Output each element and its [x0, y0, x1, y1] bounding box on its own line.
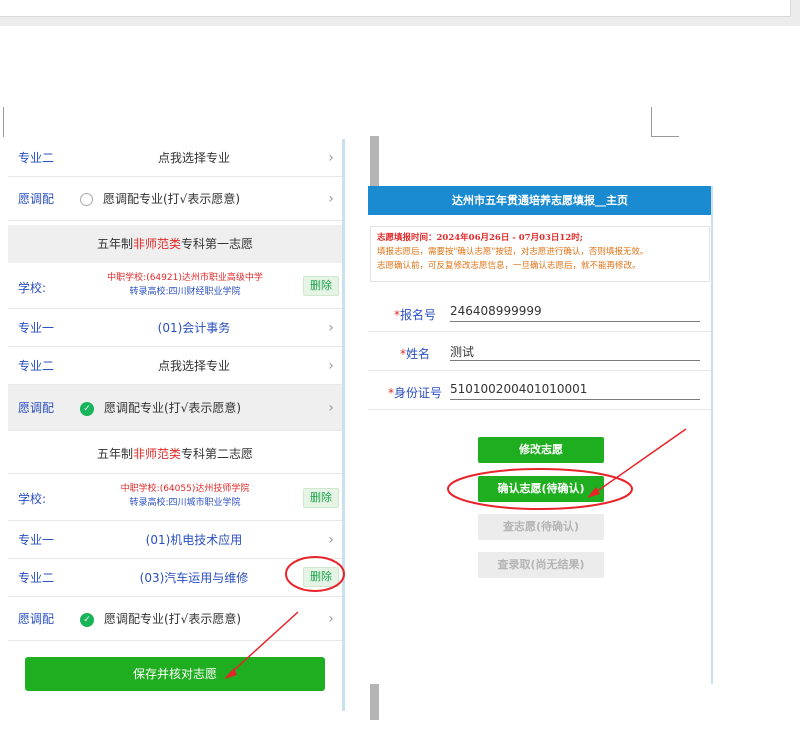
row-major-one-first[interactable]: 专业一 (01)会计事务 ›	[8, 309, 342, 347]
right-panel-border	[711, 186, 713, 684]
modify-choice-button[interactable]: 修改志愿	[478, 437, 604, 463]
school-line-1: 中职学校:(64055)达州技师学院	[120, 484, 250, 494]
top-toolbar-inner	[0, 0, 791, 17]
row-label: 愿调配	[18, 192, 55, 206]
row-major-two-second[interactable]: 专业二 (03)汽车运用与维修 删除	[8, 559, 342, 597]
notice-line-2: 填报志愿后，需要按"确认志愿"按钮，对志愿进行确认，否则填报无效。	[377, 247, 649, 257]
head-suffix: 专科第一志愿	[181, 237, 254, 251]
adjust-text: 愿调配专业(打√表示愿意)	[104, 612, 242, 626]
chevron-right-icon: ›	[328, 149, 334, 166]
chevron-right-icon: ›	[328, 357, 334, 374]
row-value: ✓ 愿调配专业(打√表示愿意)	[68, 610, 320, 627]
id-number-field[interactable]: 510100200401010001	[450, 382, 700, 400]
adjust-text: 愿调配专业(打√表示愿意)	[104, 401, 242, 415]
chevron-right-icon: ›	[328, 319, 334, 336]
chevron-right-icon: ›	[328, 610, 334, 627]
view-choice-button[interactable]: 查志愿(待确认)	[478, 514, 604, 540]
crop-mark-right-horizontal	[651, 136, 679, 137]
crop-mark-left	[0, 107, 4, 137]
registration-number-field[interactable]: 246408999999	[450, 304, 700, 322]
row-value: (01)会计事务	[157, 321, 231, 335]
row-major-one-second[interactable]: 专业一 (01)机电技术应用 ›	[8, 521, 342, 559]
school-label: 学校:	[18, 281, 47, 295]
delete-school-button[interactable]: 删除	[303, 488, 339, 508]
school-line-2: 转录高校:四川财经职业学院	[129, 287, 241, 297]
row-major-two-first[interactable]: 专业二 点我选择专业 ›	[8, 347, 342, 385]
head-prefix: 五年制	[96, 447, 133, 461]
chevron-right-icon: ›	[328, 399, 334, 416]
section-second-choice-header: 五年制非师范类专科第二志愿	[8, 435, 342, 473]
row-label: 专业一	[18, 321, 55, 335]
row-label: 愿调配	[18, 401, 55, 415]
row-adjust-top[interactable]: 愿调配 愿调配专业(打√表示愿意) ›	[8, 177, 342, 221]
head-prefix: 五年制	[96, 237, 133, 251]
row-value: ✓ 愿调配专业(打√表示愿意)	[68, 399, 320, 416]
row-label: 专业二	[18, 151, 55, 165]
check-circle-icon[interactable]: ✓	[80, 401, 94, 416]
row-adjust-second[interactable]: 愿调配 ✓ 愿调配专业(打√表示愿意) ›	[8, 597, 342, 641]
top-toolbar-strip	[0, 0, 800, 26]
school-line-1: 中职学校:(64921)达州市职业高级中学	[107, 273, 263, 283]
view-admission-button[interactable]: 查录取(尚无结果)	[478, 552, 604, 578]
row-major-two-top[interactable]: 专业二 点我选择专业 ›	[8, 139, 342, 177]
check-circle-icon[interactable]: ✓	[80, 612, 94, 627]
notice-box: 志愿填报时间：2024年06月26日 - 07月03日12时; 填报志愿后，需要…	[370, 226, 710, 282]
school-line-2: 转录高校:四川城市职业学院	[129, 498, 241, 508]
name-field[interactable]: 测试	[450, 343, 700, 361]
left-panel-border	[342, 139, 345, 711]
confirm-choice-button[interactable]: 确认志愿(待确认)	[478, 476, 604, 502]
row-value: 愿调配专业(打√表示愿意)	[68, 190, 320, 207]
field-row-name: *姓名 测试	[368, 333, 712, 371]
section-first-choice-header: 五年制非师范类专科第一志愿	[8, 225, 342, 263]
row-adjust-first[interactable]: 愿调配 ✓ 愿调配专业(打√表示愿意) ›	[8, 385, 342, 431]
school-row-second[interactable]: 学校: 中职学校:(64055)达州技师学院 转录高校:四川城市职业学院 删除	[8, 473, 342, 521]
head-red: 非师范类	[132, 447, 181, 461]
field-label: *报名号	[394, 308, 437, 322]
row-value: (01)机电技术应用	[145, 533, 243, 547]
row-value: (03)汽车运用与维修	[139, 571, 249, 585]
notice-time: 志愿填报时间：2024年06月26日 - 07月03日12时;	[377, 233, 583, 243]
row-value: 点我选择专业	[157, 359, 230, 373]
row-label: 专业一	[18, 533, 55, 547]
right-main-panel: 达州市五年贯通培养志愿填报__主页 志愿填报时间：2024年06月26日 - 0…	[368, 186, 712, 684]
chevron-right-icon: ›	[328, 190, 334, 207]
notice-line-3: 志愿确认前，可反复修改志愿信息，一旦确认志愿后，就不能再修改。	[377, 261, 641, 271]
adjust-text: 愿调配专业(打√表示愿意)	[103, 192, 241, 206]
save-and-check-button[interactable]: 保存并核对志愿	[25, 657, 325, 691]
school-row-first[interactable]: 学校: 中职学校:(64921)达州市职业高级中学 转录高校:四川财经职业学院 …	[8, 263, 342, 309]
row-label: 愿调配	[18, 612, 55, 626]
head-red: 非师范类	[132, 237, 181, 251]
field-label: *身份证号	[388, 386, 443, 400]
head-suffix: 专科第二志愿	[181, 447, 254, 461]
crop-mark-right-vertical	[651, 107, 652, 137]
left-volunteer-panel: 专业二 点我选择专业 › 愿调配 愿调配专业(打√表示愿意) › 五年制非师范类…	[8, 139, 344, 711]
chevron-right-icon: ›	[328, 531, 334, 548]
field-row-registration: *报名号 246408999999	[368, 294, 712, 332]
field-label: *姓名	[400, 347, 431, 361]
delete-major-button[interactable]: 删除	[303, 567, 339, 587]
school-label: 学校:	[18, 492, 47, 506]
row-value: 点我选择专业	[157, 151, 230, 165]
field-row-id-number: *身份证号 510100200401010001	[368, 372, 712, 410]
page-title: 达州市五年贯通培养志愿填报__主页	[368, 186, 712, 215]
delete-school-button[interactable]: 删除	[303, 276, 339, 296]
row-label: 专业二	[18, 571, 55, 585]
row-label: 专业二	[18, 359, 55, 373]
radio-unchecked-icon[interactable]	[80, 193, 93, 206]
